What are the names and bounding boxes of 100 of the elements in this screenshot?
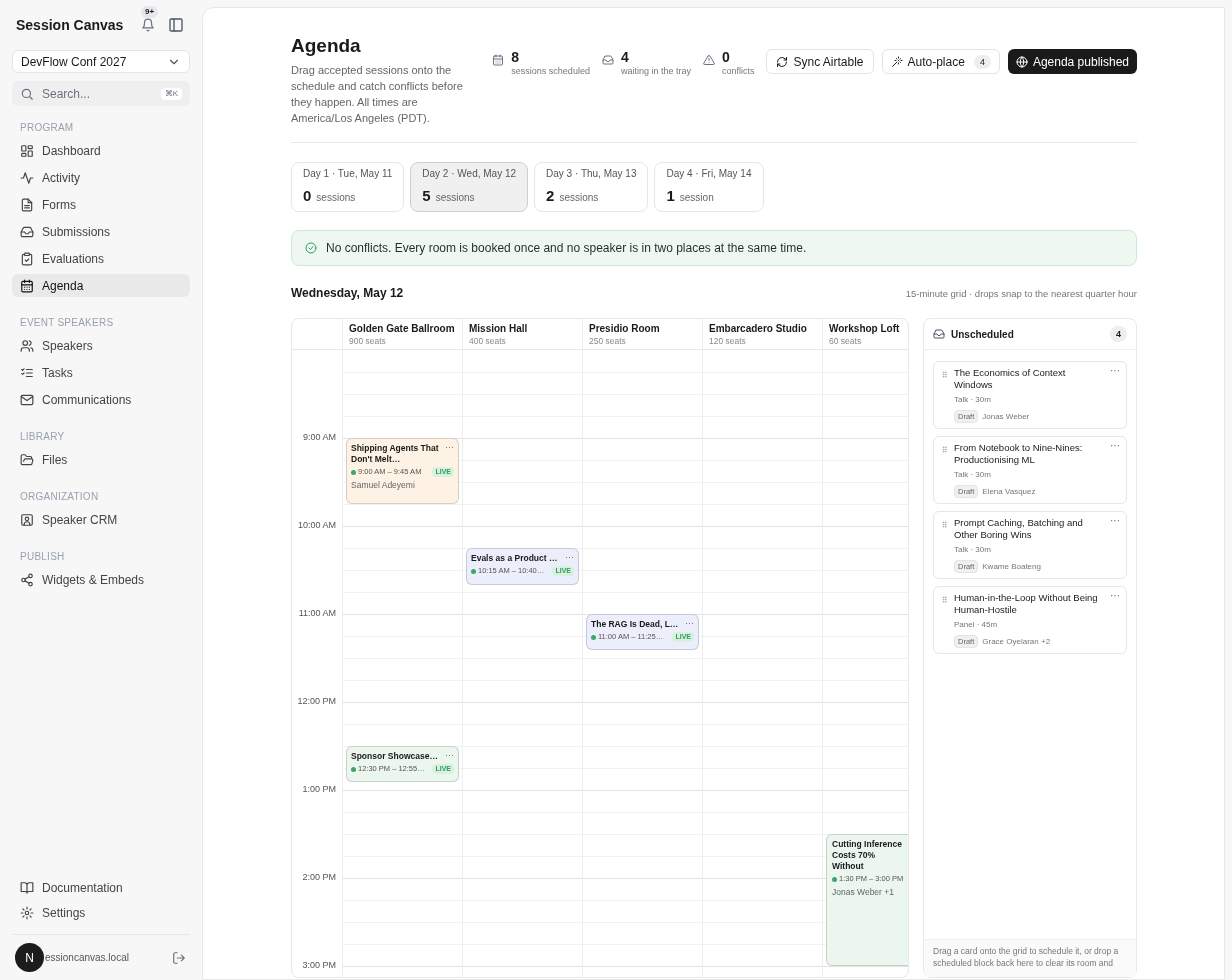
magic-wand-icon xyxy=(890,55,903,68)
nav-item[interactable]: Forms xyxy=(12,193,190,216)
nav-item[interactable]: Files xyxy=(12,448,190,471)
day-count: 2 xyxy=(546,185,555,206)
session-title: Sponsor Showcase… xyxy=(351,751,438,762)
card-speaker: Elena Vasquez xyxy=(982,485,1036,498)
publish-status-button[interactable]: Agenda published xyxy=(1007,49,1137,74)
room-seats: 250 seats xyxy=(589,335,696,347)
day-tab[interactable]: Day 1 · Tue, May 11 0 sessions xyxy=(291,162,405,212)
panel-title: Unscheduled xyxy=(951,327,1014,342)
nav-item[interactable]: Communications xyxy=(12,388,190,411)
more-button[interactable]: ··· xyxy=(1110,592,1120,653)
more-button[interactable]: ··· xyxy=(445,443,454,465)
session-speaker: Samuel Adeyemi xyxy=(351,479,416,492)
section-heading: EVENT SPEAKERS xyxy=(19,316,115,330)
search-input[interactable]: Search... xyxy=(42,84,153,103)
drag-handle-icon xyxy=(940,520,949,529)
activity-icon xyxy=(20,170,34,185)
check-circle-icon xyxy=(305,242,317,254)
more-button[interactable]: ··· xyxy=(1110,442,1120,503)
room-name: Mission Hall xyxy=(469,323,529,335)
day-count: 0 xyxy=(303,185,312,206)
day-label: Day 1 · Tue, May 11 xyxy=(303,166,393,180)
nav-item[interactable]: Speakers xyxy=(12,334,190,357)
more-button[interactable]: ··· xyxy=(1110,517,1120,578)
time-label: 12:00 PM xyxy=(297,696,336,706)
app-title: Session Canvas xyxy=(16,15,124,35)
room-name: Presidio Room xyxy=(589,323,661,335)
card-speaker: Jonas Weber xyxy=(982,410,1030,423)
footer-link[interactable]: Documentation xyxy=(12,876,190,899)
panel-hint: Drag a card onto the grid to schedule it, or drop a scheduled block back here to clear its room and xyxy=(933,945,1120,969)
nav-item[interactable]: Tasks xyxy=(12,361,190,384)
time-label: 11:00 AM xyxy=(298,608,336,618)
globe-icon xyxy=(1015,55,1028,68)
search-field[interactable]: Search... ⌘K xyxy=(12,81,190,106)
card-title: From Notebook to Nine-Nines: Productionising ML xyxy=(954,442,1084,466)
count-badge: 4 xyxy=(973,54,991,69)
schedule-date: Wednesday, May 12 xyxy=(291,285,404,302)
nav-item[interactable]: Activity xyxy=(12,166,190,189)
nav-item[interactable]: Speaker CRM xyxy=(12,508,190,531)
room-name: Golden Gate Ballroom xyxy=(349,323,456,335)
book-icon xyxy=(20,880,34,895)
page-description: Drag accepted sessions onto the schedule and catch conflicts before they happen. All times are America/Los Angeles (PDT). xyxy=(291,63,464,126)
sync-button[interactable]: Sync Airtable xyxy=(766,49,874,74)
nav-item[interactable]: Dashboard xyxy=(12,139,190,162)
room-seats: 60 seats xyxy=(829,335,904,347)
more-button[interactable]: ··· xyxy=(565,553,574,564)
day-tab[interactable]: Day 2 · Wed, May 12 5 sessions xyxy=(410,162,529,212)
inbox-icon xyxy=(601,54,614,66)
room-name: Workshop Loft xyxy=(829,323,901,335)
more-button[interactable]: ··· xyxy=(1110,367,1120,428)
grid-icon xyxy=(20,143,34,158)
share-icon xyxy=(20,572,34,587)
nav-item[interactable]: Submissions xyxy=(12,220,190,243)
auto-place-button[interactable]: Auto-place 4 xyxy=(881,49,1000,74)
day-count: 5 xyxy=(422,185,431,206)
drag-handle-icon xyxy=(940,445,949,454)
drag-handle-icon xyxy=(940,595,949,604)
day-unit: sessions xyxy=(316,190,356,205)
section-heading: PUBLISH xyxy=(19,550,66,564)
session-title: The RAG Is Dead, L… xyxy=(591,619,679,630)
session-title: Shipping Agents That Don't Melt… xyxy=(351,443,440,465)
event-select[interactable]: DevFlow Conf 2027 xyxy=(12,50,190,73)
time-label: 9:00 AM xyxy=(302,432,336,442)
more-button[interactable]: ··· xyxy=(685,619,694,630)
nav-item[interactable]: Evaluations xyxy=(12,247,190,270)
session-speaker: Jonas Weber +1 xyxy=(832,886,895,899)
contact-card-icon xyxy=(20,512,34,527)
nav-item[interactable]: Agenda xyxy=(12,274,190,297)
section-heading: PROGRAM xyxy=(19,121,75,135)
card-title: Human-in-the-Loop Without Being Human-Hostile xyxy=(954,592,1099,616)
time-label: 2:00 PM xyxy=(302,872,336,882)
day-unit: sessions xyxy=(559,190,599,205)
clipboard-check-icon xyxy=(20,251,34,266)
calendar-icon xyxy=(20,278,34,293)
count-badge: 4 xyxy=(1110,326,1127,342)
shortcut-hint: ⌘K xyxy=(160,87,182,100)
user-avatar[interactable]: N xyxy=(15,943,44,972)
settings-icon xyxy=(20,905,34,920)
card-title: Prompt Caching, Batching and Other Boring Wins xyxy=(954,517,1084,541)
room-name: Embarcadero Studio xyxy=(709,323,808,335)
time-label: 10:00 AM xyxy=(297,520,336,530)
banner-text: No conflicts. Every room is booked once and no speaker is in two places at the same time. xyxy=(326,240,807,257)
footer-link[interactable]: Settings xyxy=(12,901,190,924)
room-seats: 400 seats xyxy=(469,335,576,347)
session-title: Cutting Inference Costs 70% Without xyxy=(832,839,903,872)
day-tab[interactable]: Day 3 · Thu, May 13 2 sessions xyxy=(534,162,649,212)
card-meta: Talk · 30m xyxy=(954,544,992,556)
drag-handle-icon xyxy=(940,370,949,379)
refresh-icon xyxy=(776,55,789,68)
logout-button[interactable] xyxy=(172,950,186,965)
more-button[interactable]: ··· xyxy=(445,751,454,762)
card-speaker: Grace Oyelaran +2 xyxy=(982,635,1051,648)
day-tab[interactable]: Day 4 · Fri, May 14 1 session xyxy=(654,162,764,212)
section-heading: ORGANIZATION xyxy=(19,490,100,504)
bell-icon xyxy=(141,18,155,32)
time-label: 3:00 PM xyxy=(302,960,336,970)
nav-item[interactable]: Widgets & Embeds xyxy=(12,568,190,591)
section-heading: LIBRARY xyxy=(19,430,66,444)
sidebar-toggle-button[interactable] xyxy=(166,15,186,35)
